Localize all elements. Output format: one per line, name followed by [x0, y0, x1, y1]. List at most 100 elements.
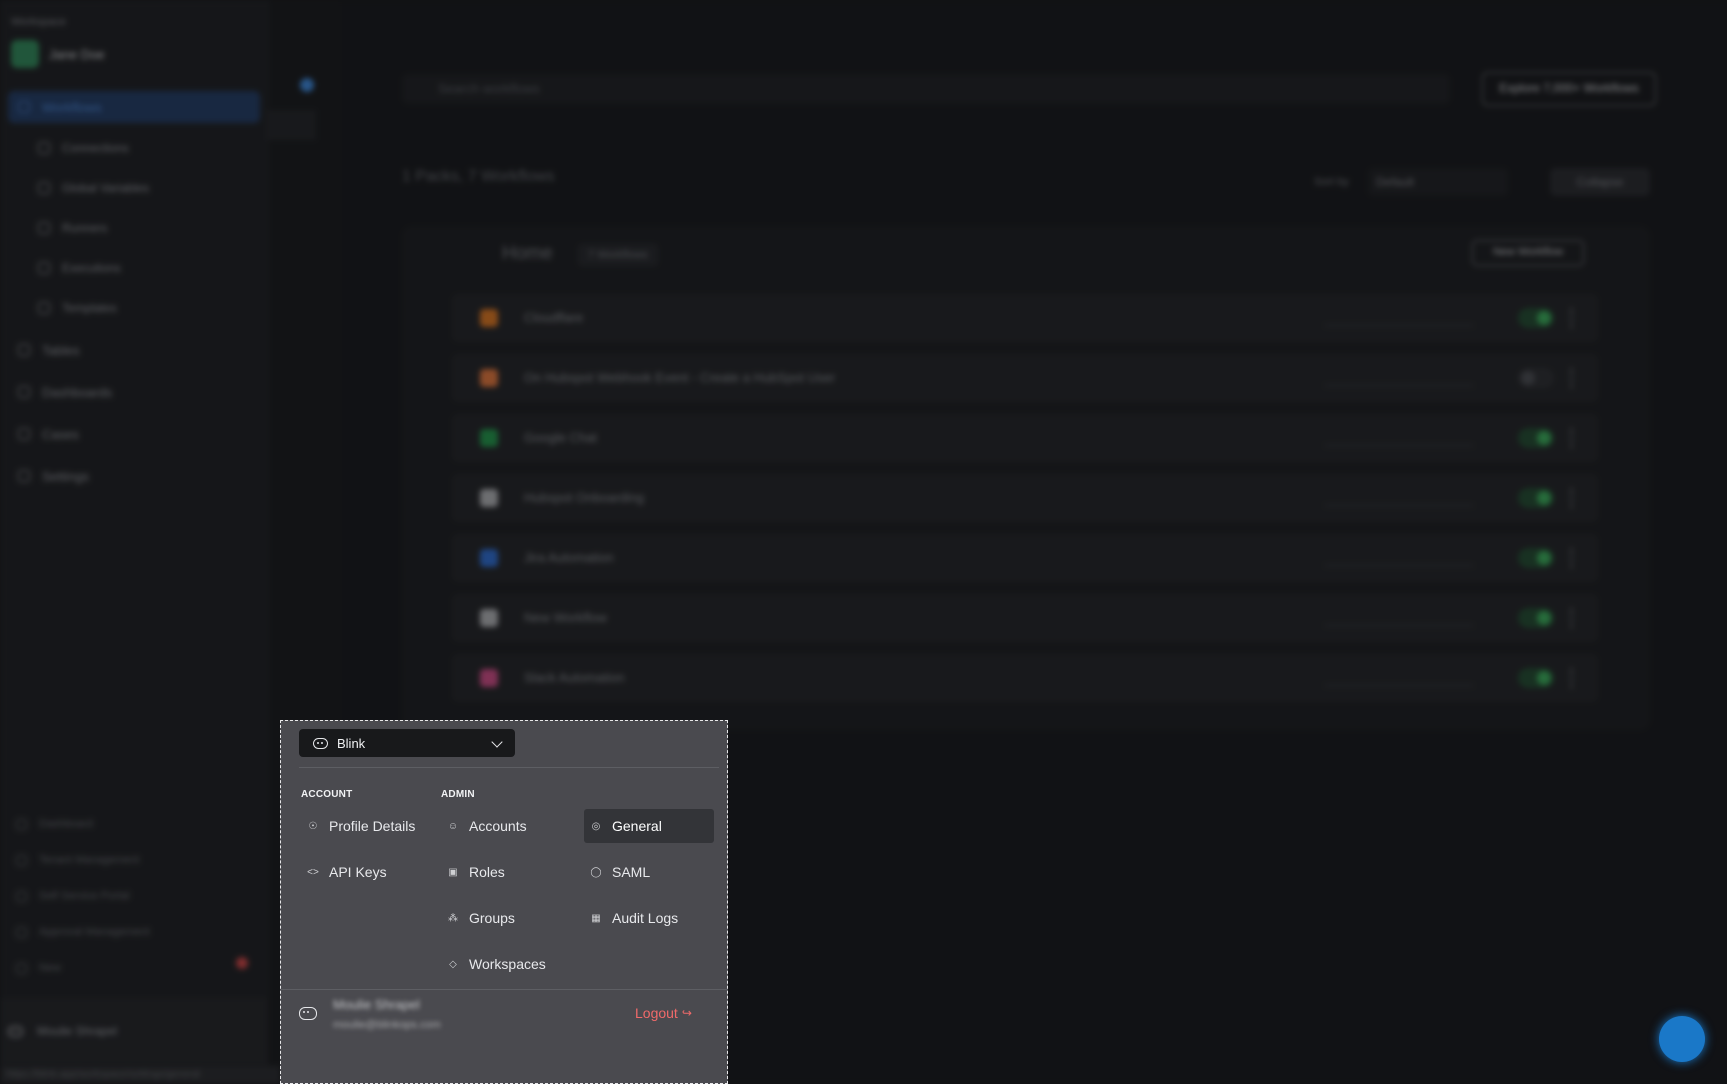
shield-icon: ◯ — [590, 866, 602, 878]
bottom-nav-label: New — [39, 962, 62, 974]
logout-label: Logout — [635, 1005, 678, 1021]
admin-section-header: ADMIN — [441, 789, 475, 800]
code-icon: <> — [307, 866, 319, 878]
sidebar-item-label: Executions — [62, 261, 121, 275]
menu-audit-logs[interactable]: ▦ Audit Logs — [584, 901, 714, 935]
workflow-toggle[interactable] — [1518, 608, 1554, 628]
more-options-icon[interactable] — [1570, 668, 1574, 688]
explore-workflows-button[interactable]: Explore 7,000+ Workflows — [1482, 72, 1656, 106]
menu-saml[interactable]: ◯ SAML — [584, 855, 714, 889]
workflow-toggle[interactable] — [1518, 308, 1554, 328]
workflow-app-icon — [480, 429, 498, 447]
workflow-toggle[interactable] — [1518, 668, 1554, 688]
chevron-down-icon — [491, 736, 503, 748]
workspace-select[interactable]: Blink — [299, 729, 515, 757]
divider — [299, 767, 719, 768]
sidebar-item-cases[interactable]: Cases — [8, 418, 260, 450]
sidebar-item-global-variables[interactable]: Global Variables — [8, 172, 260, 204]
table-icon — [18, 344, 30, 356]
packs-count: 1 Packs, 7 Workflows — [402, 168, 555, 185]
menu-label: Roles — [469, 864, 505, 880]
more-options-icon[interactable] — [1570, 488, 1574, 508]
workflow-activity-bar — [1324, 384, 1474, 387]
sidebar-item-label: Templates — [62, 301, 117, 315]
account-section-header: ACCOUNT — [301, 789, 353, 800]
workflow-name: Hubspot Onboarding — [524, 490, 644, 505]
bottom-nav-dashboard[interactable]: Dashboard — [16, 818, 93, 830]
workflow-toggle[interactable] — [1518, 428, 1554, 448]
sidebar-item-runners[interactable]: Runners — [8, 212, 260, 244]
sidebar-item-label: Global Variables — [62, 181, 150, 195]
gear-icon — [18, 470, 30, 482]
bottom-nav-self-service-portal[interactable]: Self Service Portal — [16, 890, 129, 902]
bottom-nav-label: Tenant Management — [39, 854, 140, 866]
server-icon — [38, 222, 50, 234]
workflow-activity-bar — [1324, 324, 1474, 327]
more-options-icon[interactable] — [1570, 308, 1574, 328]
workflow-row[interactable]: Google Chat — [452, 414, 1598, 462]
sidebar-item-label: Connections — [62, 141, 129, 155]
sidebar-item-label: Runners — [62, 221, 108, 235]
menu-label: SAML — [612, 864, 651, 880]
workflow-row[interactable]: Cloudflare — [452, 294, 1598, 342]
menu-profile-details[interactable]: ☉ Profile Details — [301, 809, 429, 843]
sidebar-item-settings[interactable]: Settings — [8, 460, 260, 492]
sidebar-item-workflows[interactable]: Workflows — [8, 91, 260, 123]
workflow-activity-bar — [1324, 504, 1474, 507]
workspace-switcher[interactable]: Jane Doe — [11, 40, 105, 68]
bottom-nav-new[interactable]: New — [16, 962, 61, 974]
workflow-name: New Workflow — [524, 610, 607, 625]
sort-select[interactable]: Default — [1368, 168, 1508, 196]
workflow-app-icon — [480, 549, 498, 567]
more-options-icon[interactable] — [1570, 608, 1574, 628]
menu-accounts[interactable]: ☺ Accounts — [441, 809, 571, 843]
help-chat-button[interactable] — [1659, 1016, 1705, 1062]
rail-highlight — [268, 110, 316, 140]
status-url: https://blink.app/workspace/settings/gen… — [0, 1066, 280, 1084]
pack-title: Home — [502, 243, 553, 264]
tenant-icon — [16, 854, 27, 866]
collapse-button[interactable]: Collapse — [1550, 168, 1650, 196]
workflow-toggle[interactable] — [1518, 368, 1554, 388]
sidebar-item-executions[interactable]: Executions — [8, 252, 260, 284]
workflow-name: Slack Automation — [524, 670, 625, 685]
workflow-row[interactable]: On Hubspot Webhook Event - Create a HubS… — [452, 354, 1598, 402]
sidebar-user-bar[interactable]: Moulie Shrapel — [0, 998, 268, 1064]
menu-label: Profile Details — [329, 818, 416, 834]
more-options-icon[interactable] — [1570, 368, 1574, 388]
sidebar-item-dashboards[interactable]: Dashboards — [8, 376, 260, 408]
bottom-nav-tenant-management[interactable]: Tenant Management — [16, 854, 139, 866]
workflow-row[interactable]: Jira Automation — [452, 534, 1598, 582]
link-icon — [38, 142, 50, 154]
users-icon: ☺ — [447, 820, 459, 832]
menu-general[interactable]: ◎ General — [584, 809, 714, 843]
logout-button[interactable]: Logout ↪ — [635, 1005, 692, 1021]
workflow-toggle[interactable] — [1518, 548, 1554, 568]
sidebar-item-connections[interactable]: Connections — [8, 132, 260, 164]
menu-label: Workspaces — [469, 956, 546, 972]
menu-api-keys[interactable]: <> API Keys — [301, 855, 429, 889]
background-app: Workspace Jane Doe Workflows Connections… — [0, 0, 1727, 1084]
logout-icon: ↪ — [681, 1006, 692, 1020]
workflow-name: Google Chat — [524, 430, 597, 445]
workflow-row[interactable]: Hubspot Onboarding — [452, 474, 1598, 522]
workflow-name: Cloudflare — [524, 310, 584, 325]
workflow-row[interactable]: New Workflow — [452, 594, 1598, 642]
new-workflow-button[interactable]: New Workflow — [1472, 240, 1584, 266]
workflow-toggle[interactable] — [1518, 488, 1554, 508]
sidebar-item-templates[interactable]: Templates — [8, 292, 260, 324]
menu-label: Audit Logs — [612, 910, 679, 926]
sidebar-item-tables[interactable]: Tables — [8, 334, 260, 366]
menu-groups[interactable]: ⁂ Groups — [441, 901, 571, 935]
sidebar-item-label: Dashboards — [42, 384, 113, 400]
more-options-icon[interactable] — [1570, 548, 1574, 568]
workflow-activity-bar — [1324, 444, 1474, 447]
workflow-row[interactable]: Slack Automation — [452, 654, 1598, 702]
menu-workspaces[interactable]: ◇ Workspaces — [441, 947, 571, 981]
search-input[interactable]: Search workflows — [402, 74, 1450, 104]
bottom-nav-approval-management[interactable]: Approval Management — [16, 926, 150, 938]
menu-roles[interactable]: ▣ Roles — [441, 855, 571, 889]
more-options-icon[interactable] — [1570, 428, 1574, 448]
bottom-nav-label: Self Service Portal — [39, 890, 130, 902]
user-icon: ☉ — [308, 820, 318, 832]
